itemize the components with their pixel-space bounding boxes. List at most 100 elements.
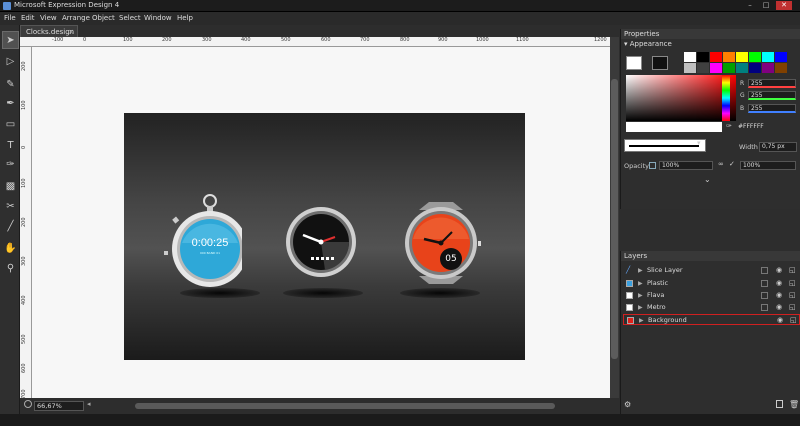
b-value-field[interactable]: 255 (748, 104, 796, 113)
zoom-field[interactable]: 66,67% (34, 401, 84, 411)
ruler-tick: 1100 (516, 37, 529, 43)
r-value-field[interactable]: 255 (748, 79, 796, 88)
g-value-field[interactable]: 255 (748, 91, 796, 100)
stroke-swatch[interactable] (652, 56, 668, 70)
artboard[interactable]: 0:00:25 000 BAND 01 05 (124, 113, 525, 360)
layer-row[interactable]: ▶ Plastic ◉ ◱ (623, 278, 800, 289)
flava-clock[interactable] (285, 206, 357, 278)
lock-icon[interactable]: ◱ (789, 278, 796, 289)
menu-window[interactable]: Window (144, 14, 172, 22)
hex-value[interactable]: #FFFFFF (736, 123, 796, 132)
vertical-scroll-thumb[interactable] (611, 79, 618, 359)
palette-swatch[interactable] (736, 52, 748, 62)
zoom-tool-icon[interactable]: ⚲ (2, 259, 19, 277)
horizontal-scrollbar[interactable] (135, 403, 555, 409)
palette-swatch[interactable] (710, 63, 722, 73)
gear-icon[interactable]: ⚙ (624, 400, 631, 409)
width-field[interactable]: 0,75 px (759, 142, 797, 152)
palette-swatch[interactable] (723, 52, 735, 62)
layer-checkbox[interactable] (761, 304, 768, 311)
palette-swatch[interactable] (684, 52, 696, 62)
lock-icon[interactable]: ◱ (789, 302, 796, 313)
palette-swatch[interactable] (775, 63, 787, 73)
layer-row[interactable]: ╱ ▶ Slice Layer ◉ ◱ (623, 265, 800, 276)
palette-swatch[interactable] (775, 52, 787, 62)
zoom-dropdown-icon[interactable]: ◂ (87, 400, 91, 408)
menu-select[interactable]: Select (119, 14, 141, 22)
metro-date-badge: 05 (445, 254, 457, 264)
palette-swatch[interactable] (762, 52, 774, 62)
palette-swatch[interactable] (749, 52, 761, 62)
menu-view[interactable]: View (40, 14, 57, 22)
menu-help[interactable]: Help (177, 14, 193, 22)
eye-icon[interactable]: ◉ (776, 278, 782, 289)
layer-name: Background (648, 316, 687, 324)
menu-file[interactable]: File (4, 14, 16, 22)
direct-selection-tool-icon[interactable]: ▷ (2, 52, 19, 70)
layer-checkbox[interactable] (761, 280, 768, 287)
stroke-style-dropdown[interactable] (624, 139, 706, 152)
vertical-scrollbar[interactable] (610, 47, 619, 402)
palette-swatch[interactable] (762, 63, 774, 73)
eyedropper-tool-icon[interactable]: ✑ (2, 155, 19, 173)
lock-icon[interactable]: ◱ (789, 290, 796, 301)
palette-swatch[interactable] (684, 63, 696, 73)
ruler-tick: 400 (241, 37, 251, 43)
link-icon[interactable]: ∞ (718, 160, 724, 168)
scissors-tool-icon[interactable]: ✂ (2, 197, 19, 215)
close-tab-icon[interactable]: × (68, 28, 74, 36)
document-tab[interactable]: Clocks.design × (20, 25, 78, 37)
eye-icon[interactable]: ◉ (776, 265, 782, 276)
minimize-button[interactable]: – (742, 1, 758, 10)
lock-icon[interactable]: ◱ (790, 315, 797, 326)
hue-slider[interactable] (722, 75, 730, 121)
color-picker-field[interactable] (626, 75, 736, 121)
new-layer-icon[interactable] (776, 400, 783, 408)
lock-icon[interactable]: ◱ (789, 265, 796, 276)
chevron-down-icon[interactable]: ▾ (697, 139, 701, 147)
zoom-icon[interactable] (24, 400, 32, 408)
palette-swatch[interactable] (723, 63, 735, 73)
menu-arrange[interactable]: Arrange (62, 14, 90, 22)
palette-swatch[interactable] (697, 52, 709, 62)
menu-edit[interactable]: Edit (21, 14, 35, 22)
pan-tool-icon[interactable]: ✋ (2, 239, 19, 257)
pen-tool-icon[interactable]: ✒ (2, 94, 19, 112)
maximize-button[interactable]: □ (758, 1, 774, 10)
rectangle-tool-icon[interactable]: ▭ (2, 115, 19, 133)
eye-icon[interactable]: ◉ (777, 315, 783, 326)
brush-tool-icon[interactable]: ✎ (2, 75, 19, 93)
palette-swatch[interactable] (736, 63, 748, 73)
palette-swatch[interactable] (697, 63, 709, 73)
expand-arrow-icon[interactable]: ▶ (638, 265, 643, 276)
fill-swatch[interactable] (626, 56, 642, 70)
close-button[interactable]: ✕ (776, 1, 792, 10)
palette-swatch[interactable] (749, 63, 761, 73)
layer-color-swatch (626, 292, 633, 299)
color-palette[interactable] (684, 52, 792, 74)
opacity-field[interactable]: 100% (659, 161, 713, 170)
layer-row[interactable]: ▶ Metro ◉ ◱ (623, 302, 800, 313)
layer-checkbox[interactable] (761, 292, 768, 299)
selection-tool-icon[interactable]: ➤ (2, 31, 19, 49)
metro-clock[interactable] (399, 202, 483, 284)
expand-arrow-icon[interactable]: ▶ (638, 302, 643, 313)
eraser-tool-icon[interactable]: ▩ (2, 177, 19, 195)
expand-arrow-icon[interactable]: ▶ (638, 278, 643, 289)
appearance-section[interactable]: ▾ Appearance (624, 40, 672, 48)
layer-checkbox[interactable] (761, 267, 768, 274)
delete-layer-icon[interactable]: 🗑 (789, 400, 799, 409)
text-tool-icon[interactable]: T (2, 136, 19, 154)
expand-arrow-icon[interactable]: ▶ (639, 315, 644, 326)
layer-row[interactable]: ▶ Flava ◉ ◱ (623, 290, 800, 301)
stroke-opacity-field[interactable]: 100% (740, 161, 796, 170)
gradient-tool-icon[interactable]: ╱ (2, 217, 19, 235)
expand-chevron-icon[interactable]: ⌄ (704, 175, 711, 184)
eye-icon[interactable]: ◉ (776, 302, 782, 313)
layer-row-selected[interactable]: ▶ Background ◉ ◱ (623, 314, 800, 325)
eye-icon[interactable]: ◉ (776, 290, 782, 301)
expand-arrow-icon[interactable]: ▶ (638, 290, 643, 301)
eyedropper-icon[interactable]: ✑ (726, 122, 732, 130)
menu-object[interactable]: Object (92, 14, 115, 22)
palette-swatch[interactable] (710, 52, 722, 62)
